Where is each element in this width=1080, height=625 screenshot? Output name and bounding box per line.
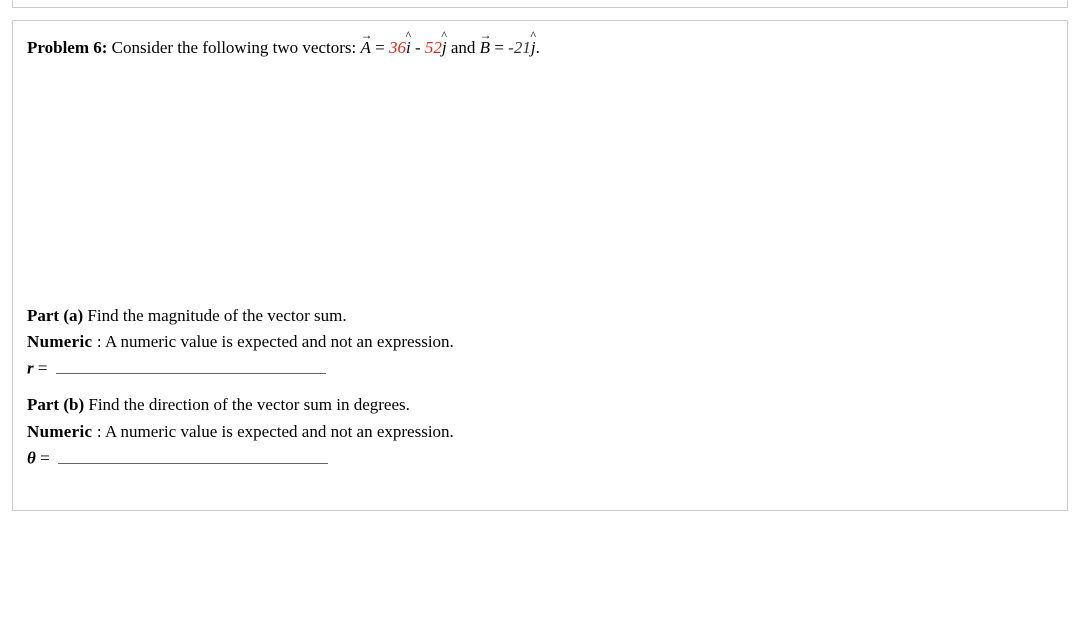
- variable-theta: θ: [27, 449, 36, 468]
- part-a-prompt: Find the magnitude of the vector sum.: [87, 306, 346, 325]
- problem-label: Problem 6:: [27, 38, 107, 57]
- Bx-coefficient: -21: [508, 38, 531, 57]
- Ay-coefficient: 52: [425, 38, 442, 57]
- equals-text: =: [36, 449, 54, 468]
- hat-icon: ^: [441, 29, 447, 41]
- hat-icon: ^: [530, 29, 536, 41]
- vector-arrow-icon: →: [361, 29, 371, 41]
- equals-text: =: [490, 38, 508, 57]
- problem-container: Problem 6: Consider the following two ve…: [12, 20, 1068, 511]
- part-b-prompt: Find the direction of the vector sum in …: [88, 395, 410, 414]
- previous-problem-border: [12, 0, 1068, 8]
- numeric-label: Numeric: [27, 332, 97, 351]
- part-b-section: Part (b) Find the direction of the vecto…: [13, 390, 1067, 510]
- j-hat-unit-vector: ^j: [442, 35, 447, 61]
- equals-text: =: [34, 359, 52, 378]
- numeric-label: Numeric: [27, 422, 97, 441]
- part-a-section: Part (a) Find the magnitude of the vecto…: [13, 301, 1067, 391]
- answer-blank-r[interactable]: [56, 355, 326, 374]
- and-text: and: [447, 38, 480, 57]
- i-hat-unit-vector: ^i: [406, 35, 411, 61]
- answer-blank-theta[interactable]: [58, 445, 328, 464]
- problem-statement: Problem 6: Consider the following two ve…: [13, 21, 1067, 71]
- part-a-label: Part (a): [27, 306, 87, 325]
- j-hat-unit-vector: ^j: [531, 35, 536, 61]
- equals-text: =: [371, 38, 389, 57]
- Ax-coefficient: 36: [389, 38, 406, 57]
- part-b-label: Part (b): [27, 395, 88, 414]
- hat-icon: ^: [406, 29, 412, 41]
- numeric-hint-text: : A numeric value is expected and not an…: [97, 332, 454, 351]
- variable-r: r: [27, 359, 34, 378]
- separator-minus: -: [411, 38, 425, 57]
- numeric-hint-text: : A numeric value is expected and not an…: [97, 422, 454, 441]
- vector-B-symbol: →B: [480, 35, 490, 61]
- workspace-area: [13, 71, 1067, 301]
- vector-A-symbol: →A: [361, 35, 371, 61]
- problem-intro: Consider the following two vectors:: [107, 38, 360, 57]
- vector-arrow-icon: →: [480, 29, 490, 41]
